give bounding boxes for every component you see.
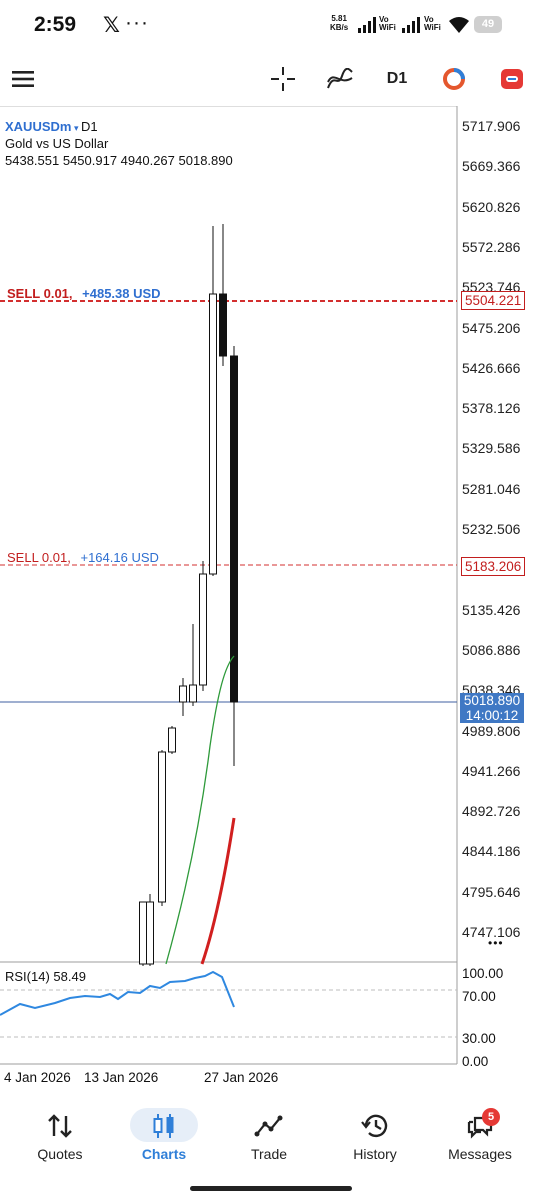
sell-order-label-1[interactable]: SELL 0.01, +485.38 USD: [7, 286, 161, 301]
bar-countdown: 14:00:12: [465, 708, 519, 723]
rsi-level-100: 100.00: [462, 966, 504, 981]
x-app-icon: 𝕏: [103, 14, 120, 37]
sell-order-type-1: SELL 0.01,: [7, 286, 73, 301]
nav-messages[interactable]: Messages: [426, 1096, 534, 1176]
indicators-icon[interactable]: [324, 52, 356, 106]
price-axis-label: 5378.126: [462, 400, 521, 417]
ohlc-values: 5438.551 5450.917 4940.267 5018.890: [5, 153, 233, 168]
more-options-icon[interactable]: •••: [488, 936, 504, 950]
sell-order-profit-2: +164.16 USD: [80, 550, 159, 565]
candle-body: [219, 293, 227, 357]
candle-body: [230, 355, 238, 703]
price-axis-label: 5281.046: [462, 480, 521, 497]
candle-body: [189, 684, 197, 703]
candle-body: [179, 685, 187, 703]
object-list-icon[interactable]: [439, 52, 469, 106]
nav-quotes-label: Quotes: [37, 1146, 83, 1162]
history-icon: [361, 1114, 388, 1138]
price-axis-label: 5475.206: [462, 319, 521, 336]
candle-body: [199, 573, 207, 686]
price-chart[interactable]: XAUUSDm ▾ D1 Gold vs US Dollar 5438.551 …: [0, 106, 540, 1096]
candles: [139, 224, 238, 966]
nav-trade[interactable]: Trade: [215, 1096, 323, 1176]
status-time: 2:59: [34, 13, 77, 36]
rsi-level-70: 70.00: [462, 989, 496, 1004]
home-indicator[interactable]: [190, 1186, 352, 1191]
nav-history-label: History: [353, 1146, 397, 1162]
price-axis-label: 4892.726: [462, 803, 521, 820]
sell-order-price-1: 5504.221: [461, 291, 526, 310]
symbol-header[interactable]: XAUUSDm ▾ D1: [5, 119, 98, 134]
chart-toolbar: D1: [0, 52, 540, 106]
signal-icon: [358, 17, 376, 33]
charts-icon: [153, 1114, 174, 1138]
crosshair-icon[interactable]: [268, 52, 298, 106]
net-speed-unit: KB/s: [330, 23, 349, 32]
current-price-box: 5018.890 14:00:12: [460, 693, 524, 723]
candle-body: [146, 901, 154, 965]
nav-charts[interactable]: Charts: [110, 1096, 218, 1176]
price-axis-label: 5329.586: [462, 440, 521, 457]
nav-charts-label: Charts: [141, 1146, 187, 1162]
price-axis-label: 4989.806: [462, 722, 521, 739]
network-speed: 5.81 KB/s: [330, 14, 348, 32]
symbol-description: Gold vs US Dollar: [5, 136, 109, 151]
candle-body: [158, 751, 166, 903]
messages-badge: 5: [482, 1108, 500, 1126]
sell-order-profit-1: +485.38 USD: [82, 286, 161, 301]
trade-app-icon[interactable]: [497, 52, 527, 106]
symbol-timeframe: D1: [81, 119, 98, 134]
nav-quotes[interactable]: Quotes: [6, 1096, 114, 1176]
more-notifications-icon: ···: [125, 11, 149, 34]
time-label-3: 27 Jan 2026: [204, 1070, 279, 1085]
ma-slow-line: [200, 817, 236, 965]
symbol-name[interactable]: XAUUSDm: [5, 119, 71, 134]
candle-body: [209, 293, 217, 575]
current-price-value: 5018.890: [463, 693, 521, 708]
vowifi-label-1: Vo WiFi: [379, 15, 396, 32]
chart-canvas[interactable]: [0, 106, 540, 1096]
price-axis-label: 5135.426: [462, 601, 521, 618]
price-axis-label: 5717.906: [462, 118, 521, 134]
timeframe-button[interactable]: D1: [382, 52, 412, 106]
signal-icon-2: [402, 17, 420, 33]
price-axis-label: 5086.886: [462, 641, 521, 658]
bottom-nav: Quotes Charts Trade History Messages: [0, 1096, 540, 1200]
net-speed-value: 5.81: [331, 14, 347, 23]
price-axis-label: 5572.286: [462, 238, 521, 255]
price-axis-label: 4844.186: [462, 843, 521, 860]
sell-order-type-2: SELL 0.01,: [7, 550, 71, 565]
sell-order-label-2[interactable]: SELL 0.01, +164.16 USD: [7, 550, 159, 565]
trade-icon: [254, 1115, 283, 1137]
symbol-dropdown-icon[interactable]: ▾: [71, 123, 81, 133]
price-axis-label: 4795.646: [462, 883, 521, 900]
quotes-icon: [48, 1114, 72, 1138]
menu-icon[interactable]: [6, 52, 40, 106]
wifi-icon: [449, 17, 469, 33]
price-axis-label: 5620.826: [462, 198, 521, 215]
rsi-label: RSI(14) 58.49: [5, 969, 86, 984]
status-bar: 2:59 𝕏 ··· 5.81 KB/s Vo WiFi Vo WiFi 49: [0, 0, 540, 52]
nav-history[interactable]: History: [321, 1096, 429, 1176]
rsi-level-30: 30.00: [462, 1031, 496, 1046]
nav-messages-label: Messages: [448, 1146, 512, 1162]
candle-body: [139, 901, 147, 965]
rsi-level-0: 0.00: [462, 1054, 489, 1069]
candle-body: [168, 727, 176, 753]
price-axis-label: 5426.666: [462, 359, 521, 376]
price-axis-label: 4941.266: [462, 762, 521, 779]
price-axis-label: 5232.506: [462, 521, 521, 537]
vowifi-label-2: Vo WiFi: [424, 15, 441, 32]
battery-icon: 49: [474, 16, 502, 33]
time-label-1: 4 Jan 2026: [4, 1070, 71, 1085]
time-label-2: 13 Jan 2026: [84, 1070, 159, 1085]
price-axis-label: 5669.366: [462, 158, 521, 175]
sell-order-price-2: 5183.206: [461, 557, 526, 576]
nav-trade-label: Trade: [250, 1146, 288, 1162]
